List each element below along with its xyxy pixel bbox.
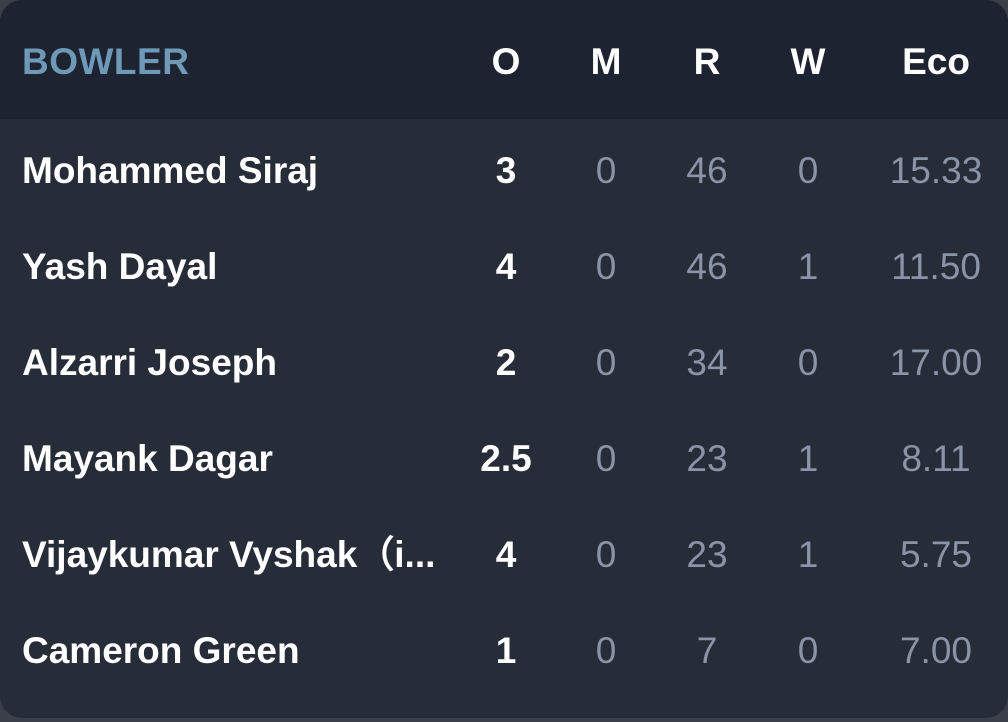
economy-value: 5.75 [899, 534, 972, 575]
header-wickets: W [790, 41, 826, 82]
overs-value: 1 [495, 630, 517, 671]
bowler-name[interactable]: Vijaykumar Vyshak（i... [22, 507, 452, 603]
wickets-value: 0 [797, 630, 819, 671]
runs-value: 23 [686, 534, 728, 575]
overs-value: 2 [495, 342, 517, 383]
wickets-value: 1 [797, 438, 819, 479]
bowler-name[interactable]: Mayank Dagar [22, 411, 452, 507]
bowler-name[interactable]: Alzarri Joseph [22, 315, 452, 411]
maidens-value: 0 [595, 534, 617, 575]
economy-value: 17.00 [889, 342, 983, 383]
runs-value: 34 [686, 342, 728, 383]
economy-value: 11.50 [891, 246, 981, 287]
runs-value: 23 [686, 438, 728, 479]
runs-value: 7 [696, 630, 718, 671]
wickets-value: 0 [797, 150, 819, 191]
table-row[interactable]: Yash Dayal 4 0 46 1 11.50 [0, 219, 1008, 315]
table-row[interactable]: Mayank Dagar 2.5 0 23 1 8.11 [0, 411, 1008, 507]
table-row[interactable]: Alzarri Joseph 2 0 34 0 17.00 [0, 315, 1008, 411]
bowler-name[interactable]: Yash Dayal [22, 219, 452, 315]
bowling-scorecard: BOWLER O M R W Eco Mohammed Siraj 3 0 46… [0, 0, 1008, 718]
header-runs: R [693, 41, 721, 82]
table-row[interactable]: Mohammed Siraj 3 0 46 0 15.33 [0, 123, 1008, 219]
header-overs: O [491, 41, 521, 82]
maidens-value: 0 [595, 342, 617, 383]
runs-value: 46 [686, 150, 728, 191]
overs-value: 4 [495, 534, 517, 575]
table-header: BOWLER O M R W Eco [0, 0, 1008, 119]
overs-value: 3 [495, 150, 517, 191]
bowler-name[interactable]: Cameron Green [22, 603, 452, 699]
maidens-value: 0 [595, 630, 617, 671]
maidens-value: 0 [595, 246, 617, 287]
economy-value: 8.11 [901, 438, 971, 479]
table-row[interactable]: Vijaykumar Vyshak（i... 4 0 23 1 5.75 [0, 507, 1008, 603]
wickets-value: 1 [797, 534, 819, 575]
maidens-value: 0 [595, 150, 617, 191]
header-economy: Eco [902, 41, 970, 82]
runs-value: 46 [686, 246, 728, 287]
header-maidens: M [590, 41, 622, 82]
economy-value: 15.33 [889, 150, 983, 191]
wickets-value: 0 [797, 342, 819, 383]
overs-value: 2.5 [480, 438, 532, 479]
overs-value: 4 [495, 246, 517, 287]
economy-value: 7.00 [899, 630, 972, 671]
bowler-name[interactable]: Mohammed Siraj [22, 123, 452, 219]
table-row[interactable]: Cameron Green 1 0 7 0 7.00 [0, 603, 1008, 699]
header-bowler: BOWLER [22, 41, 190, 82]
wickets-value: 1 [797, 246, 819, 287]
maidens-value: 0 [595, 438, 617, 479]
